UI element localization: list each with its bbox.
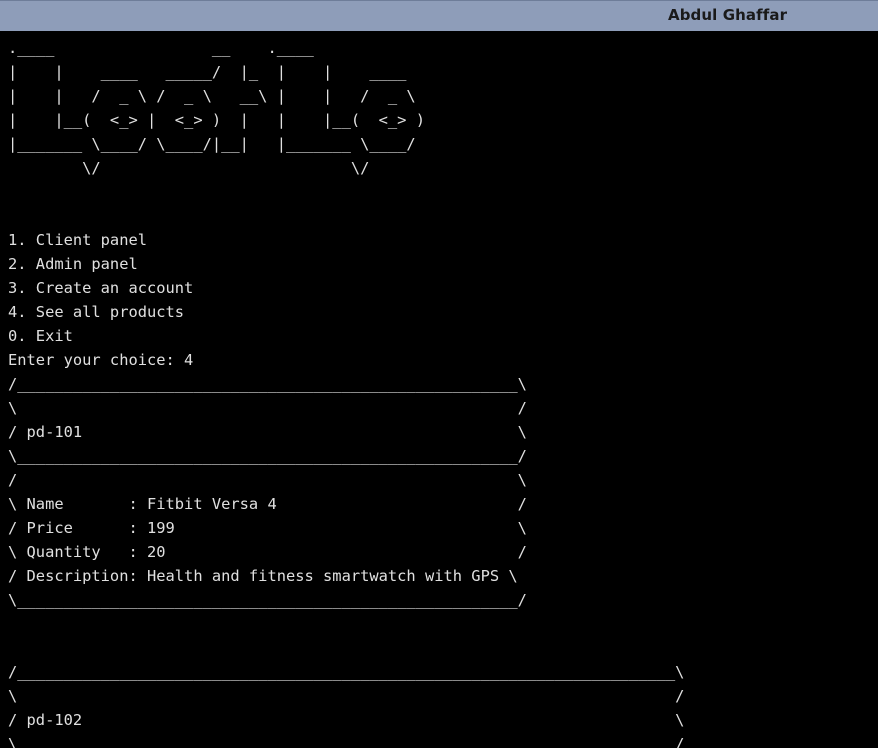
terminal-line: \ Name : Fitbit Versa 4 / xyxy=(8,495,527,513)
terminal-line: 4. See all products xyxy=(8,303,185,321)
terminal-line: \_______________________________________… xyxy=(8,447,527,465)
user-name-label: Abdul Ghaffar xyxy=(668,6,788,24)
terminal-line: 0. Exit xyxy=(8,327,73,345)
terminal-line: | | / _ \ / _ \ __\ | | / _ \ xyxy=(8,87,416,105)
terminal-line: | |__( <_> | <_> ) | | |__( <_> ) xyxy=(8,111,425,129)
terminal-line: Enter your choice: 4 xyxy=(8,351,194,369)
terminal-line: \ Quantity : 20 / xyxy=(8,543,527,561)
terminal-line: .____ __ .____ xyxy=(8,39,314,57)
terminal-line: /_______________________________________… xyxy=(8,663,685,681)
terminal-window[interactable]: .____ __ .____ | | ____ _____/ |_ | | ___… xyxy=(0,31,878,748)
terminal-line: / Price : 199 \ xyxy=(8,519,527,537)
terminal-line: 2. Admin panel xyxy=(8,255,138,273)
terminal-line: / pd-101 \ xyxy=(8,423,527,441)
terminal-line: / pd-102 \ xyxy=(8,711,685,729)
terminal-line: \ / xyxy=(8,735,685,748)
terminal-line: |_______ \____/ \____/|__| |_______ \___… xyxy=(8,135,416,153)
terminal-line: \ / xyxy=(8,399,527,417)
terminal-line: \/ \/ xyxy=(8,159,370,177)
window-titlebar: Abdul Ghaffar xyxy=(0,0,878,31)
terminal-output: .____ __ .____ | | ____ _____/ |_ | | ___… xyxy=(8,36,684,748)
terminal-line: | | ____ _____/ |_ | | ____ xyxy=(8,63,407,81)
terminal-line: / Description: Health and fitness smartw… xyxy=(8,567,518,585)
terminal-line: \_______________________________________… xyxy=(8,591,527,609)
terminal-line: /_______________________________________… xyxy=(8,375,527,393)
terminal-line: 3. Create an account xyxy=(8,279,194,297)
terminal-line: / \ xyxy=(8,471,527,489)
terminal-line: 1. Client panel xyxy=(8,231,147,249)
terminal-line: \ / xyxy=(8,687,685,705)
